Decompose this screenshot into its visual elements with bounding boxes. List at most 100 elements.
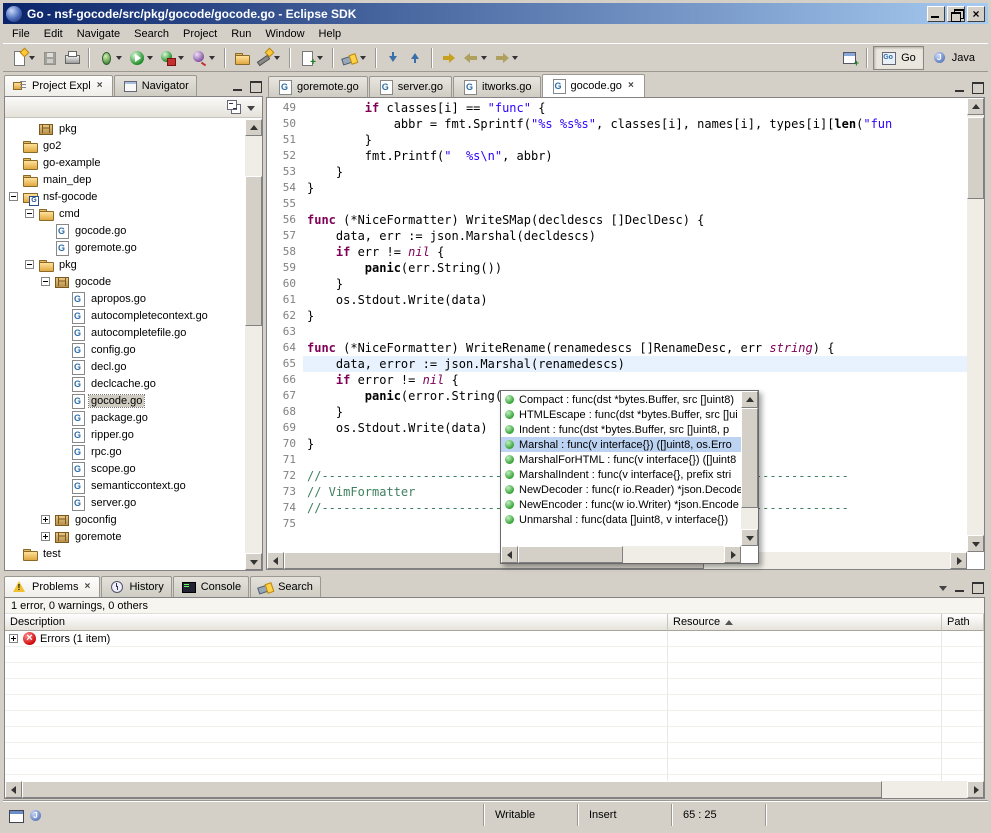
menu-navigate[interactable]: Navigate (70, 26, 127, 42)
tree-item-declcache-go[interactable]: declcache.go (5, 375, 245, 392)
scroll-down-icon[interactable] (245, 553, 262, 570)
autocomplete-item-marshalforhtml[interactable]: MarshalForHTML : func(v interface{}) ([]… (501, 452, 741, 467)
print-button[interactable] (61, 46, 83, 70)
code-line-60[interactable]: 60 } (267, 276, 967, 292)
dropdown-arrow-icon[interactable] (114, 49, 123, 67)
search-button[interactable] (339, 46, 370, 70)
tree-item-gocode[interactable]: gocode (5, 273, 245, 290)
scroll-right-icon[interactable] (724, 546, 741, 563)
dropdown-arrow-icon[interactable] (479, 49, 488, 67)
autocomplete-item-newdecoder[interactable]: NewDecoder : func(r io.Reader) *json.Dec… (501, 482, 741, 497)
editor-tab-server-go[interactable]: server.go (369, 76, 452, 97)
close-tab-icon[interactable] (95, 81, 105, 91)
scroll-left-icon[interactable] (267, 552, 284, 569)
minimize-view-button[interactable] (231, 79, 246, 93)
title-bar[interactable]: Go - nsf-gocode/src/pkg/gocode/gocode.go… (3, 3, 988, 24)
dropdown-arrow-icon[interactable] (315, 49, 324, 67)
fast-view-icon[interactable] (8, 808, 24, 824)
code-line-59[interactable]: 59 panic(err.String()) (267, 260, 967, 276)
problems-row-errors-1-item[interactable]: Errors (1 item) (5, 631, 984, 647)
scroll-up-icon[interactable] (967, 98, 984, 115)
collapse-all-icon[interactable] (226, 99, 242, 115)
editor-tab-gocode-go[interactable]: gocode.go (542, 74, 645, 97)
column-header-resource[interactable]: Resource (668, 614, 942, 631)
dropdown-arrow-icon[interactable] (272, 49, 281, 67)
editor-tab-itworks-go[interactable]: itworks.go (453, 76, 541, 97)
column-header-path[interactable]: Path (942, 614, 984, 631)
popup-vertical-scrollbar[interactable] (741, 391, 758, 546)
tree-item-gocode-go[interactable]: gocode.go (5, 392, 245, 409)
code-line-62[interactable]: 62} (267, 308, 967, 324)
tree-item-apropos-go[interactable]: apropos.go (5, 290, 245, 307)
autocomplete-item-unmarshal[interactable]: Unmarshal : func(data []uint8, v interfa… (501, 512, 741, 527)
minimize-view-button[interactable] (953, 580, 968, 594)
close-tab-icon[interactable] (626, 81, 636, 91)
maximize-editor-button[interactable] (970, 80, 985, 94)
tree-item-goremote[interactable]: goremote (5, 528, 245, 545)
tree-item-semanticcontext-go[interactable]: semanticcontext.go (5, 477, 245, 494)
tree-item-rpc-go[interactable]: rpc.go (5, 443, 245, 460)
back-button[interactable] (460, 46, 491, 70)
code-line-66[interactable]: 66 if error != nil { (267, 372, 967, 388)
scroll-thumb[interactable] (518, 546, 623, 563)
expand-icon[interactable] (41, 515, 50, 524)
code-line-63[interactable]: 63 (267, 324, 967, 340)
tree-item-pkg[interactable]: pkg (5, 120, 245, 137)
open-perspective-button[interactable] (839, 46, 861, 70)
collapse-icon[interactable] (41, 277, 50, 286)
perspective-go[interactable]: Go (873, 46, 924, 70)
dropdown-arrow-icon[interactable] (145, 49, 154, 67)
tree-item-ripper-go[interactable]: ripper.go (5, 426, 245, 443)
window-restore-button[interactable] (947, 6, 965, 22)
dropdown-arrow-icon[interactable] (358, 49, 367, 67)
autocomplete-item-marshal[interactable]: Marshal : func(v interface{}) ([]uint8, … (501, 437, 741, 452)
tree-item-scope-go[interactable]: scope.go (5, 460, 245, 477)
view-tab-project-expl[interactable]: Project Expl (4, 75, 113, 96)
code-line-52[interactable]: 52 fmt.Printf(" %s\n", abbr) (267, 148, 967, 164)
tree-item-pkg[interactable]: pkg (5, 256, 245, 273)
maximize-view-button[interactable] (970, 580, 985, 594)
expand-icon[interactable] (41, 532, 50, 541)
menu-file[interactable]: File (5, 26, 37, 42)
last-edit-location-button[interactable] (438, 46, 460, 70)
view-menu-icon[interactable] (936, 580, 951, 594)
code-line-53[interactable]: 53 } (267, 164, 967, 180)
previous-annotation-button[interactable] (404, 46, 426, 70)
view-tab-history[interactable]: History (101, 576, 171, 597)
perspective-shortcut-icon[interactable] (28, 808, 44, 824)
code-line-58[interactable]: 58 if err != nil { (267, 244, 967, 260)
new-wizard-button[interactable] (8, 46, 39, 70)
popup-horizontal-scrollbar[interactable] (501, 546, 741, 563)
code-line-65[interactable]: 65 data, error := json.Marshal(renamedes… (267, 356, 967, 372)
dropdown-arrow-icon[interactable] (510, 49, 519, 67)
tree-item-goconfig[interactable]: goconfig (5, 511, 245, 528)
problems-horizontal-scrollbar[interactable] (5, 781, 984, 798)
menu-window[interactable]: Window (258, 26, 311, 42)
scroll-down-icon[interactable] (967, 535, 984, 552)
forward-button[interactable] (491, 46, 522, 70)
collapse-icon[interactable] (25, 260, 34, 269)
view-menu-icon[interactable] (244, 100, 259, 114)
scroll-up-icon[interactable] (741, 391, 758, 408)
code-line-64[interactable]: 64func (*NiceFormatter) WriteRename(rena… (267, 340, 967, 356)
minimize-editor-button[interactable] (953, 80, 968, 94)
column-header-description[interactable]: Description (5, 614, 668, 631)
profile-button[interactable] (188, 46, 219, 70)
view-tab-search[interactable]: Search (250, 576, 321, 597)
menu-project[interactable]: Project (176, 26, 224, 42)
scroll-up-icon[interactable] (245, 119, 262, 136)
dropdown-arrow-icon[interactable] (207, 49, 216, 67)
code-line-54[interactable]: 54} (267, 180, 967, 196)
tree-item-go-example[interactable]: go-example (5, 154, 245, 171)
menu-edit[interactable]: Edit (37, 26, 70, 42)
code-line-57[interactable]: 57 data, err := json.Marshal(decldescs) (267, 228, 967, 244)
scroll-left-icon[interactable] (5, 781, 22, 798)
tree-item-autocompletecontext-go[interactable]: autocompletecontext.go (5, 307, 245, 324)
scroll-thumb[interactable] (741, 408, 758, 508)
tree-item-goremote-go[interactable]: goremote.go (5, 239, 245, 256)
tree-item-package-go[interactable]: package.go (5, 409, 245, 426)
scroll-thumb[interactable] (967, 117, 984, 199)
dropdown-arrow-icon[interactable] (27, 49, 36, 67)
maximize-view-button[interactable] (248, 79, 263, 93)
window-close-button[interactable] (967, 6, 985, 22)
